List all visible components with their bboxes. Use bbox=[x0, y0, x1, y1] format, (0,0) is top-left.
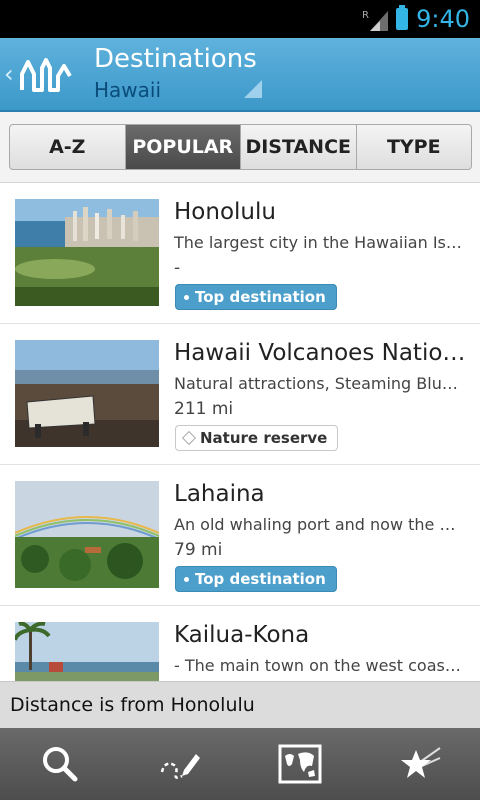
destination-distance: 79 mi bbox=[174, 540, 223, 560]
destination-description: - The main town on the west coast,... bbox=[174, 656, 464, 675]
destination-title: Kailua-Kona bbox=[174, 622, 310, 648]
map-button[interactable] bbox=[240, 728, 360, 800]
destination-thumbnail bbox=[15, 340, 159, 447]
tag-icon bbox=[181, 430, 197, 446]
list-item[interactable]: Honolulu The largest city in the Hawaiia… bbox=[0, 183, 480, 324]
status-bar: R 9:40 bbox=[0, 0, 480, 38]
destination-title: Hawaii Volcanoes Nation... bbox=[174, 340, 466, 366]
dropdown-indicator-icon bbox=[244, 80, 262, 98]
category-badge: Nature reserve bbox=[175, 425, 339, 451]
search-button[interactable] bbox=[0, 728, 120, 800]
favorites-icon bbox=[401, 747, 441, 778]
battery-icon bbox=[396, 5, 409, 30]
list-item[interactable]: Kailua-Kona - The main town on the west … bbox=[0, 606, 480, 681]
tag-icon bbox=[184, 576, 189, 582]
destination-description: An old whaling port and now the m... bbox=[174, 515, 464, 534]
destination-title: Honolulu bbox=[174, 199, 276, 225]
destination-distance: - bbox=[174, 258, 181, 278]
edit-route-icon bbox=[160, 754, 200, 779]
destination-thumbnail bbox=[15, 481, 159, 588]
clock: 9:40 bbox=[416, 5, 470, 33]
route-button[interactable] bbox=[120, 728, 240, 800]
region-selector[interactable]: Hawaii bbox=[94, 78, 161, 102]
category-badge: Top destination bbox=[175, 566, 337, 592]
category-badge-label: Top destination bbox=[195, 288, 326, 306]
action-bar: ‹ Destinations Hawaii bbox=[0, 38, 480, 112]
destination-thumbnail bbox=[15, 622, 159, 681]
tag-icon bbox=[184, 294, 189, 300]
list-item[interactable]: Lahaina An old whaling port and now the … bbox=[0, 465, 480, 606]
destination-thumbnail bbox=[15, 199, 159, 306]
page-title: Destinations bbox=[94, 44, 257, 74]
distance-info-bar: Distance is from Honolulu bbox=[0, 681, 480, 729]
svg-text:R: R bbox=[362, 10, 369, 21]
tab-popular[interactable]: POPULAR bbox=[125, 125, 241, 169]
category-badge: Top destination bbox=[175, 284, 337, 310]
destination-distance: 211 mi bbox=[174, 399, 234, 419]
map-icon bbox=[278, 744, 322, 784]
distance-info-text: Distance is from Honolulu bbox=[10, 694, 255, 716]
tab-a-z[interactable]: A-Z bbox=[10, 125, 126, 169]
search-icon bbox=[43, 747, 78, 782]
destination-list: Honolulu The largest city in the Hawaiia… bbox=[0, 183, 480, 681]
destination-title: Lahaina bbox=[174, 481, 265, 507]
category-badge-label: Top destination bbox=[195, 570, 326, 588]
tab-distance[interactable]: DISTANCE bbox=[241, 125, 357, 169]
destination-description: The largest city in the Hawaiian Isl... bbox=[174, 233, 464, 252]
app-logo-icon[interactable] bbox=[16, 52, 72, 96]
favorites-button[interactable] bbox=[360, 728, 480, 800]
destination-description: Natural attractions, Steaming Bluff... bbox=[174, 374, 464, 393]
tab-type[interactable]: TYPE bbox=[357, 125, 472, 169]
sort-tabs: A-Z POPULAR DISTANCE TYPE bbox=[0, 112, 480, 183]
list-item[interactable]: Hawaii Volcanoes Nation... Natural attra… bbox=[0, 324, 480, 465]
category-badge-label: Nature reserve bbox=[200, 429, 328, 447]
up-navigation-icon[interactable]: ‹ bbox=[4, 60, 14, 88]
bottom-toolbar bbox=[0, 728, 480, 800]
signal-icon: R bbox=[362, 10, 389, 31]
